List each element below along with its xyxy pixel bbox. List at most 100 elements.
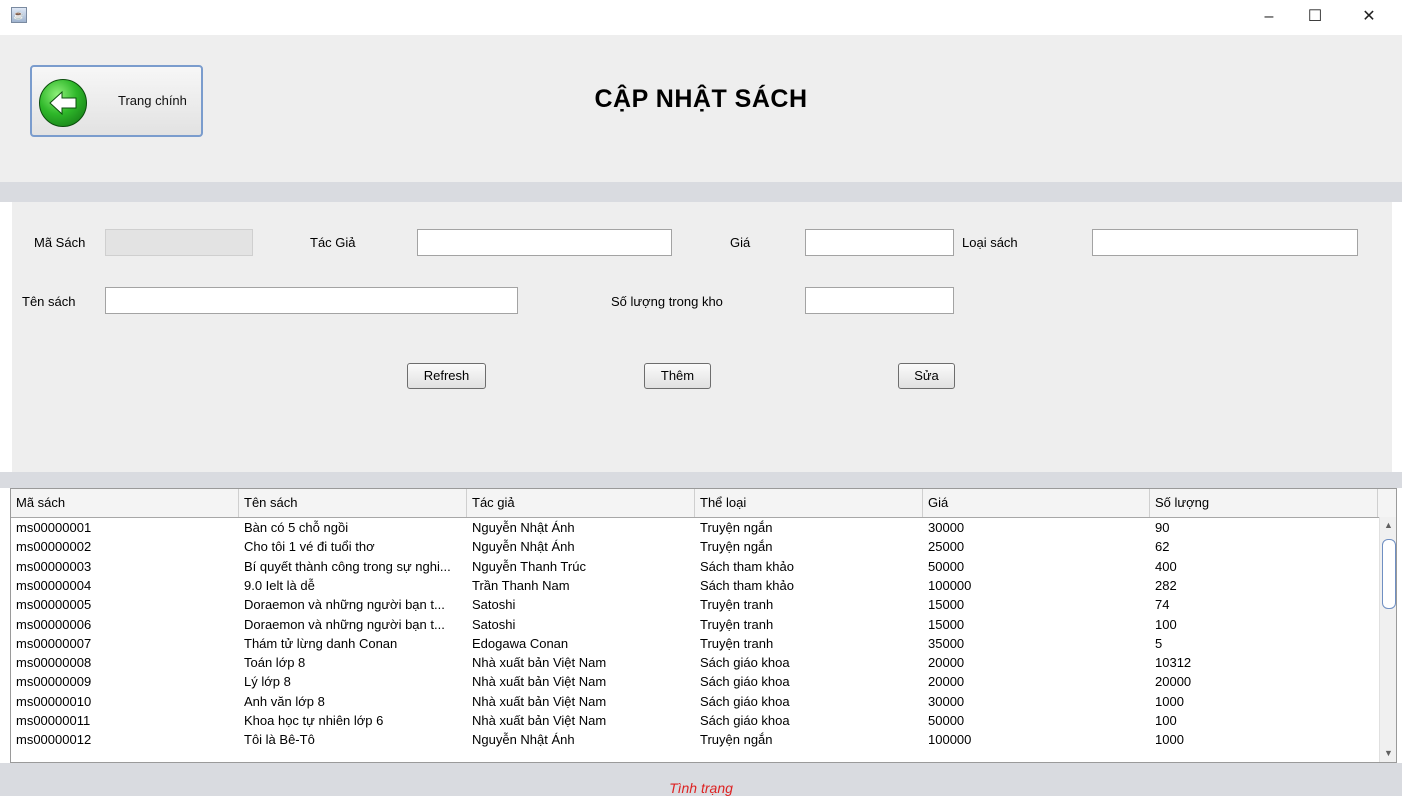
- table-row[interactable]: ms00000002 Cho tôi 1 vé đi tuổi thơ Nguyễn…: [11, 537, 1378, 556]
- table-row[interactable]: ms00000008 Toán lớp 8 Nhà xuất bản Việt Na…: [11, 653, 1378, 672]
- column-header[interactable]: Tác giả: [467, 489, 695, 517]
- table-cell: ms00000001: [16, 520, 92, 535]
- column-header[interactable]: Tên sách: [239, 489, 467, 517]
- vertical-scrollbar[interactable]: ▲ ▼: [1379, 517, 1396, 762]
- table-cell: ms00000008: [16, 655, 92, 671]
- books-table[interactable]: Mã sách Tên sách Tác giả Thể loại Giá Số…: [10, 488, 1397, 763]
- table-cell: 5: [1155, 635, 1163, 651]
- scroll-down-icon[interactable]: ▼: [1380, 745, 1396, 762]
- table-cell: ms00000007: [16, 635, 92, 651]
- table-cell: ms00000006: [16, 616, 92, 632]
- table-row[interactable]: ms00000006 Doraemon và những người bạn t.…: [11, 615, 1378, 634]
- so-luong-field[interactable]: [805, 287, 954, 314]
- table-row[interactable]: ms00000012 Tôi là Bê-Tô Nguyễn Nhật Ánh Tru…: [11, 730, 1378, 749]
- gia-field[interactable]: [805, 229, 954, 256]
- table-cell: Truyện tranh: [700, 597, 774, 613]
- table-cell: Satoshi: [472, 616, 516, 632]
- table-row[interactable]: ms00000011 Khoa học tự nhiên lớp 6 Nhà xuấ…: [11, 711, 1378, 730]
- table-cell: ms00000002: [16, 539, 92, 555]
- table-header: Mã sách Tên sách Tác giả Thể loại Giá Số…: [11, 489, 1396, 518]
- table-cell: 20000: [928, 655, 965, 671]
- tac-gia-label: Tác Giả: [310, 235, 356, 250]
- ma-sach-field[interactable]: [105, 229, 253, 256]
- table-cell: Cho tôi 1 vé đi tuổi thơ: [244, 539, 375, 555]
- table-row[interactable]: ms00000010 Anh văn lớp 8 Nhà xuất bản Việt…: [11, 692, 1378, 711]
- table-cell: Anh văn lớp 8: [244, 693, 325, 709]
- table-cell: 62: [1155, 539, 1170, 555]
- column-header[interactable]: Mã sách: [11, 489, 239, 517]
- table-cell: 100000: [928, 577, 972, 593]
- table-cell: Doraemon và những người bạn t...: [244, 616, 445, 632]
- edit-button[interactable]: Sửa: [898, 363, 955, 389]
- table-cell: Trần Thanh Nam: [472, 577, 570, 593]
- column-header[interactable]: Số lượng: [1150, 489, 1378, 517]
- table-cell: Nguyễn Nhật Ánh: [472, 520, 575, 535]
- table-row[interactable]: ms00000001 Bàn có 5 chỗ ngồi Nguyễn Nhật Á…: [11, 518, 1378, 537]
- minimize-button[interactable]: –: [1246, 0, 1292, 35]
- table-cell: 9.0 Ielt là dễ: [244, 577, 315, 593]
- table-cell: Sách tham khảo: [700, 558, 794, 574]
- table-cell: Truyện ngắn: [700, 539, 773, 555]
- java-cup-icon: ☕: [11, 7, 27, 23]
- table-cell: 100: [1155, 616, 1177, 632]
- table-cell: ms00000010: [16, 693, 92, 709]
- table-cell: ms00000005: [16, 597, 92, 613]
- table-row[interactable]: ms00000005 Doraemon và những người bạn t.…: [11, 595, 1378, 614]
- ten-sach-field[interactable]: [105, 287, 518, 314]
- table-row[interactable]: ms00000007 Thám tử lừng danh Conan Edogawa…: [11, 634, 1378, 653]
- table-cell: 20000: [928, 674, 965, 690]
- table-cell: ms00000009: [16, 674, 92, 690]
- table-row[interactable]: ms00000004 9.0 Ielt là dễ Trần Thanh Nam Sá…: [11, 576, 1378, 595]
- table-cell: 74: [1155, 597, 1170, 613]
- table-cell: Khoa học tự nhiên lớp 6: [244, 713, 384, 728]
- status-bar: Tình trạng: [0, 763, 1402, 796]
- table-cell: Doraemon và những người bạn t...: [244, 597, 445, 613]
- table-cell: 1000: [1155, 732, 1184, 748]
- ten-sach-label: Tên sách: [22, 294, 76, 309]
- table-cell: Edogawa Conan: [472, 635, 569, 651]
- table-cell: Sách tham khảo: [700, 577, 794, 593]
- refresh-button[interactable]: Refresh: [407, 363, 486, 389]
- table-cell: 1000: [1155, 693, 1184, 709]
- table-cell: 282: [1155, 577, 1177, 593]
- loai-sach-label: Loại sách: [962, 235, 1018, 250]
- table-cell: Nhà xuất bản Việt Nam: [472, 655, 607, 671]
- table-cell: 15000: [928, 616, 965, 632]
- table-cell: 90: [1155, 520, 1170, 535]
- table-cell: Nhà xuất bản Việt Nam: [472, 713, 607, 728]
- ma-sach-label: Mã Sách: [34, 235, 86, 250]
- tac-gia-field[interactable]: [417, 229, 672, 256]
- table-cell: 50000: [928, 713, 965, 728]
- table-cell: ms00000004: [16, 577, 92, 593]
- table-cell: Truyện tranh: [700, 635, 774, 651]
- table-cell: Toán lớp 8: [244, 655, 306, 671]
- table-cell: Sách giáo khoa: [700, 693, 790, 709]
- loai-sach-field[interactable]: [1092, 229, 1358, 256]
- table-cell: Truyện ngắn: [700, 732, 773, 748]
- table-cell: 30000: [928, 520, 965, 535]
- table-cell: Nguyễn Thanh Trúc: [472, 558, 586, 574]
- column-header[interactable]: Thể loại: [695, 489, 923, 517]
- add-button[interactable]: Thêm: [644, 363, 711, 389]
- so-luong-label: Số lượng trong kho: [611, 294, 723, 309]
- maximize-button[interactable]: ☐: [1292, 0, 1338, 35]
- table-row[interactable]: ms00000003 Bí quyết thành công trong sự n…: [11, 557, 1378, 576]
- table-cell: 100000: [928, 732, 972, 748]
- table-cell: Truyện ngắn: [700, 520, 773, 535]
- separator-band-lower: [0, 472, 1402, 488]
- table-cell: 400: [1155, 558, 1177, 574]
- table-cell: Nguyễn Nhật Ánh: [472, 732, 575, 748]
- table-cell: 25000: [928, 539, 965, 555]
- table-row[interactable]: ms00000009 Lý lớp 8 Nhà xuất bản Việt Nam S…: [11, 672, 1378, 691]
- table-cell: ms00000011: [16, 713, 91, 728]
- page-title: CẬP NHẬT SÁCH: [594, 85, 808, 113]
- table-cell: 20000: [1155, 674, 1192, 690]
- scroll-up-icon[interactable]: ▲: [1380, 517, 1396, 534]
- column-header[interactable]: Giá: [923, 489, 1150, 517]
- table-cell: Tôi là Bê-Tô: [244, 732, 315, 748]
- table-cell: Satoshi: [472, 597, 516, 613]
- status-text: Tình trạng: [669, 780, 733, 796]
- scroll-thumb[interactable]: [1382, 539, 1396, 609]
- close-button[interactable]: ✕: [1346, 0, 1392, 35]
- table-cell: 50000: [928, 558, 965, 574]
